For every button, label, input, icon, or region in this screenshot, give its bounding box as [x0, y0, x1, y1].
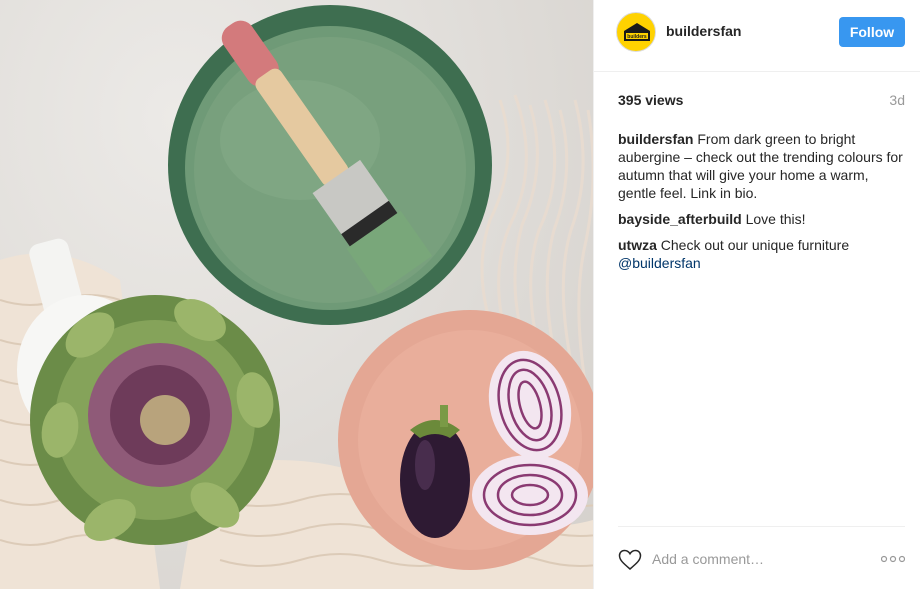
comment-username[interactable]: utwza	[618, 237, 657, 253]
avatar[interactable]: builders	[616, 12, 656, 52]
comment-username[interactable]: bayside_afterbuild	[618, 211, 742, 227]
add-comment-input[interactable]	[652, 551, 862, 567]
heart-icon[interactable]	[618, 549, 642, 571]
post-header: builders buildersfan Follow	[594, 0, 920, 72]
avatar-logo-text: builders	[627, 34, 647, 40]
post-stats: 395 views 3d	[618, 92, 905, 112]
more-options-icon[interactable]	[881, 555, 905, 563]
comment-username[interactable]: buildersfan	[618, 131, 693, 147]
comment-text: Love this!	[745, 211, 806, 227]
comment-mention[interactable]: @buildersfan	[618, 255, 701, 271]
comments-list: buildersfan From dark green to bright au…	[618, 130, 908, 280]
comment-text: Check out our unique furniture	[660, 237, 850, 253]
post-sidebar: builders buildersfan Follow 395 views 3d…	[593, 0, 920, 589]
comment-item: buildersfan From dark green to bright au…	[618, 130, 908, 202]
follow-button[interactable]: Follow	[839, 17, 905, 47]
post-age[interactable]: 3d	[889, 92, 905, 108]
comment-item: utwza Check out our unique furniture @bu…	[618, 236, 908, 272]
views-count[interactable]: 395 views	[618, 92, 683, 108]
post-footer	[618, 526, 905, 589]
builders-logo-icon: builders	[624, 23, 650, 41]
header-username[interactable]: buildersfan	[666, 23, 741, 39]
post-photo[interactable]	[0, 0, 593, 589]
post-photo-illustration	[0, 5, 593, 589]
comment-item: bayside_afterbuild Love this!	[618, 210, 908, 228]
